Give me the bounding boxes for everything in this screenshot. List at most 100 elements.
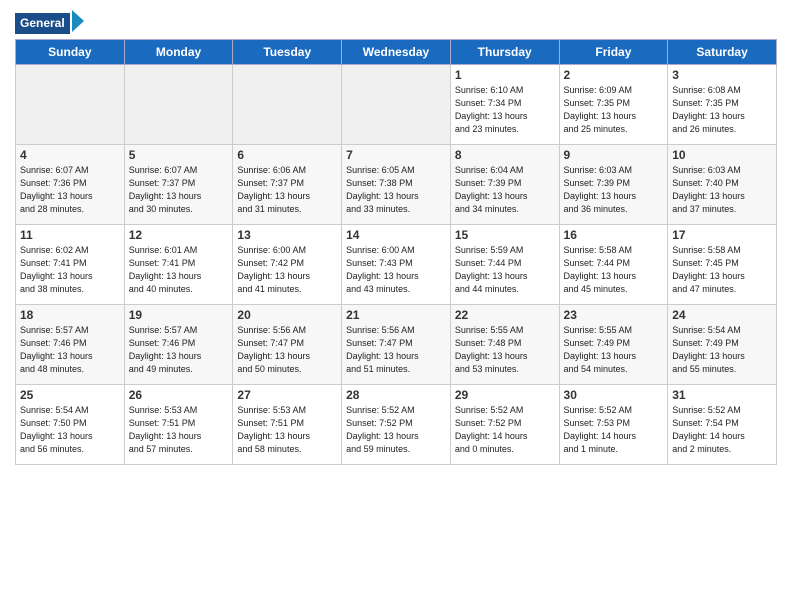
calendar-cell: 30 Sunrise: 5:52 AMSunset: 7:53 PMDayligh… <box>559 385 668 465</box>
day-detail: Sunrise: 5:52 AMSunset: 7:54 PMDaylight:… <box>672 404 772 456</box>
calendar-cell: 6 Sunrise: 6:06 AMSunset: 7:37 PMDaylight… <box>233 145 342 225</box>
col-header-tuesday: Tuesday <box>233 40 342 65</box>
col-header-thursday: Thursday <box>450 40 559 65</box>
col-header-friday: Friday <box>559 40 668 65</box>
logo-arrow-icon <box>72 10 90 37</box>
calendar-cell: 21 Sunrise: 5:56 AMSunset: 7:47 PMDayligh… <box>342 305 451 385</box>
day-number: 20 <box>237 308 337 322</box>
day-number: 30 <box>564 388 664 402</box>
day-number: 14 <box>346 228 446 242</box>
day-number: 22 <box>455 308 555 322</box>
day-number: 2 <box>564 68 664 82</box>
calendar-week-row: 25 Sunrise: 5:54 AMSunset: 7:50 PMDayligh… <box>16 385 777 465</box>
day-number: 11 <box>20 228 120 242</box>
day-number: 7 <box>346 148 446 162</box>
day-number: 18 <box>20 308 120 322</box>
calendar-cell: 3Sunrise: 6:08 AMSunset: 7:35 PMDaylight… <box>668 65 777 145</box>
page: General SundayMondayTuesdayWednesdayThur… <box>0 0 792 612</box>
day-detail: Sunrise: 6:04 AMSunset: 7:39 PMDaylight:… <box>455 164 555 216</box>
day-detail: Sunrise: 5:55 AMSunset: 7:48 PMDaylight:… <box>455 324 555 376</box>
calendar-cell: 24Sunrise: 5:54 AMSunset: 7:49 PMDayligh… <box>668 305 777 385</box>
calendar-cell: 26 Sunrise: 5:53 AMSunset: 7:51 PMDayligh… <box>124 385 233 465</box>
col-header-wednesday: Wednesday <box>342 40 451 65</box>
day-number: 23 <box>564 308 664 322</box>
calendar-cell: 13 Sunrise: 6:00 AMSunset: 7:42 PMDayligh… <box>233 225 342 305</box>
day-detail: Sunrise: 5:54 AMSunset: 7:50 PMDaylight:… <box>20 404 120 456</box>
day-detail: Sunrise: 5:53 AMSunset: 7:51 PMDaylight:… <box>237 404 337 456</box>
day-number: 25 <box>20 388 120 402</box>
calendar-cell <box>342 65 451 145</box>
header: General <box>15 10 777 33</box>
day-detail: Sunrise: 6:07 AMSunset: 7:37 PMDaylight:… <box>129 164 229 216</box>
calendar-body: 1Sunrise: 6:10 AMSunset: 7:34 PMDaylight… <box>16 65 777 465</box>
day-number: 5 <box>129 148 229 162</box>
calendar-week-row: 1Sunrise: 6:10 AMSunset: 7:34 PMDaylight… <box>16 65 777 145</box>
calendar-header-row: SundayMondayTuesdayWednesdayThursdayFrid… <box>16 40 777 65</box>
col-header-saturday: Saturday <box>668 40 777 65</box>
day-number: 3 <box>672 68 772 82</box>
day-number: 13 <box>237 228 337 242</box>
col-header-sunday: Sunday <box>16 40 125 65</box>
day-detail: Sunrise: 5:54 AMSunset: 7:49 PMDaylight:… <box>672 324 772 376</box>
calendar-cell: 8 Sunrise: 6:04 AMSunset: 7:39 PMDaylight… <box>450 145 559 225</box>
day-detail: Sunrise: 5:57 AMSunset: 7:46 PMDaylight:… <box>20 324 120 376</box>
calendar-cell: 9 Sunrise: 6:03 AMSunset: 7:39 PMDaylight… <box>559 145 668 225</box>
day-detail: Sunrise: 6:07 AMSunset: 7:36 PMDaylight:… <box>20 164 120 216</box>
calendar-cell: 1Sunrise: 6:10 AMSunset: 7:34 PMDaylight… <box>450 65 559 145</box>
day-detail: Sunrise: 5:58 AMSunset: 7:45 PMDaylight:… <box>672 244 772 296</box>
day-number: 9 <box>564 148 664 162</box>
day-number: 15 <box>455 228 555 242</box>
day-detail: Sunrise: 6:03 AMSunset: 7:39 PMDaylight:… <box>564 164 664 216</box>
day-detail: Sunrise: 6:01 AMSunset: 7:41 PMDaylight:… <box>129 244 229 296</box>
day-number: 8 <box>455 148 555 162</box>
day-detail: Sunrise: 5:58 AMSunset: 7:44 PMDaylight:… <box>564 244 664 296</box>
calendar-cell: 20 Sunrise: 5:56 AMSunset: 7:47 PMDayligh… <box>233 305 342 385</box>
calendar-cell <box>233 65 342 145</box>
calendar-week-row: 4Sunrise: 6:07 AMSunset: 7:36 PMDaylight… <box>16 145 777 225</box>
calendar-cell <box>124 65 233 145</box>
calendar-cell: 12Sunrise: 6:01 AMSunset: 7:41 PMDayligh… <box>124 225 233 305</box>
calendar-cell: 14 Sunrise: 6:00 AMSunset: 7:43 PMDayligh… <box>342 225 451 305</box>
calendar-cell: 2 Sunrise: 6:09 AMSunset: 7:35 PMDaylight… <box>559 65 668 145</box>
day-number: 27 <box>237 388 337 402</box>
day-detail: Sunrise: 6:05 AMSunset: 7:38 PMDaylight:… <box>346 164 446 216</box>
calendar-cell <box>16 65 125 145</box>
day-detail: Sunrise: 5:52 AMSunset: 7:53 PMDaylight:… <box>564 404 664 456</box>
calendar-cell: 10 Sunrise: 6:03 AMSunset: 7:40 PMDayligh… <box>668 145 777 225</box>
day-detail: Sunrise: 6:03 AMSunset: 7:40 PMDaylight:… <box>672 164 772 216</box>
calendar-cell: 25 Sunrise: 5:54 AMSunset: 7:50 PMDayligh… <box>16 385 125 465</box>
day-detail: Sunrise: 5:57 AMSunset: 7:46 PMDaylight:… <box>129 324 229 376</box>
day-detail: Sunrise: 6:02 AMSunset: 7:41 PMDaylight:… <box>20 244 120 296</box>
day-detail: Sunrise: 6:00 AMSunset: 7:42 PMDaylight:… <box>237 244 337 296</box>
calendar-cell: 7 Sunrise: 6:05 AMSunset: 7:38 PMDaylight… <box>342 145 451 225</box>
day-number: 17 <box>672 228 772 242</box>
day-detail: Sunrise: 5:55 AMSunset: 7:49 PMDaylight:… <box>564 324 664 376</box>
day-number: 28 <box>346 388 446 402</box>
calendar-cell: 27 Sunrise: 5:53 AMSunset: 7:51 PMDayligh… <box>233 385 342 465</box>
day-detail: Sunrise: 6:09 AMSunset: 7:35 PMDaylight:… <box>564 84 664 136</box>
day-number: 10 <box>672 148 772 162</box>
calendar-cell: 18 Sunrise: 5:57 AMSunset: 7:46 PMDayligh… <box>16 305 125 385</box>
day-detail: Sunrise: 6:00 AMSunset: 7:43 PMDaylight:… <box>346 244 446 296</box>
calendar-cell: 22 Sunrise: 5:55 AMSunset: 7:48 PMDayligh… <box>450 305 559 385</box>
logo: General <box>15 10 90 33</box>
calendar-cell: 17 Sunrise: 5:58 AMSunset: 7:45 PMDayligh… <box>668 225 777 305</box>
day-number: 6 <box>237 148 337 162</box>
day-detail: Sunrise: 5:53 AMSunset: 7:51 PMDaylight:… <box>129 404 229 456</box>
day-number: 21 <box>346 308 446 322</box>
day-detail: Sunrise: 5:52 AMSunset: 7:52 PMDaylight:… <box>455 404 555 456</box>
day-number: 1 <box>455 68 555 82</box>
calendar-cell: 28 Sunrise: 5:52 AMSunset: 7:52 PMDayligh… <box>342 385 451 465</box>
day-detail: Sunrise: 6:06 AMSunset: 7:37 PMDaylight:… <box>237 164 337 216</box>
day-detail: Sunrise: 5:52 AMSunset: 7:52 PMDaylight:… <box>346 404 446 456</box>
calendar-cell: 23 Sunrise: 5:55 AMSunset: 7:49 PMDayligh… <box>559 305 668 385</box>
day-number: 26 <box>129 388 229 402</box>
day-detail: Sunrise: 5:56 AMSunset: 7:47 PMDaylight:… <box>346 324 446 376</box>
calendar-cell: 19Sunrise: 5:57 AMSunset: 7:46 PMDayligh… <box>124 305 233 385</box>
calendar-week-row: 18 Sunrise: 5:57 AMSunset: 7:46 PMDayligh… <box>16 305 777 385</box>
calendar-cell: 31Sunrise: 5:52 AMSunset: 7:54 PMDayligh… <box>668 385 777 465</box>
calendar-cell: 16Sunrise: 5:58 AMSunset: 7:44 PMDayligh… <box>559 225 668 305</box>
day-detail: Sunrise: 5:56 AMSunset: 7:47 PMDaylight:… <box>237 324 337 376</box>
calendar-cell: 11 Sunrise: 6:02 AMSunset: 7:41 PMDayligh… <box>16 225 125 305</box>
calendar-table: SundayMondayTuesdayWednesdayThursdayFrid… <box>15 39 777 465</box>
